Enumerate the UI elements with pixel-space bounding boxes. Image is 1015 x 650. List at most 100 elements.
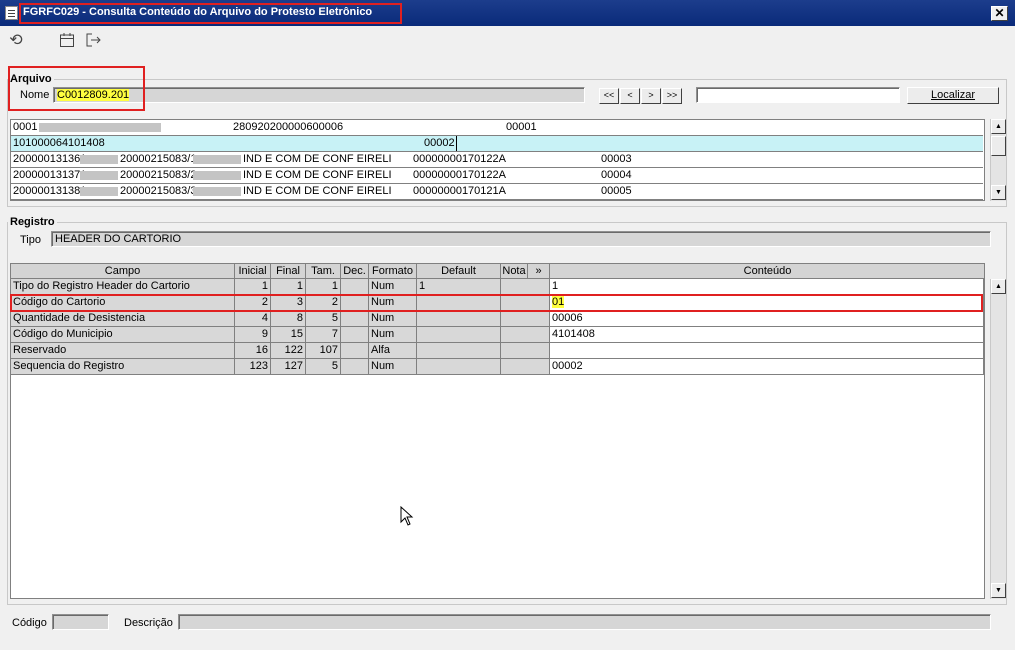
redacted-text bbox=[193, 169, 241, 181]
cell-conteudo[interactable] bbox=[550, 343, 984, 359]
cell-formato: Alfa bbox=[369, 343, 417, 359]
list-cell: 200000131371 bbox=[13, 169, 87, 181]
list-cell: 00000000170122A bbox=[413, 169, 506, 181]
column-header-default[interactable]: Default bbox=[417, 264, 501, 279]
cell-default bbox=[417, 343, 501, 359]
cell-nota bbox=[501, 311, 550, 327]
scroll-thumb[interactable] bbox=[991, 136, 1006, 156]
scroll-down-button[interactable]: ▼ bbox=[991, 185, 1006, 200]
cell-inicial: 4 bbox=[235, 311, 271, 327]
redacted-text bbox=[193, 185, 241, 197]
cell-campo[interactable]: Código do Municipio bbox=[11, 327, 235, 343]
scroll-up-button[interactable]: ▲ bbox=[991, 279, 1006, 294]
prev-record-button[interactable]: < bbox=[620, 88, 640, 104]
list-cell: 101000064101408 bbox=[13, 137, 105, 149]
list-item[interactable]: 200000131361 20000215083/1 IND E COM DE … bbox=[11, 152, 983, 168]
cell-tam: 5 bbox=[306, 359, 341, 375]
cell-final: 122 bbox=[271, 343, 306, 359]
cell-final: 15 bbox=[271, 327, 306, 343]
refresh-icon[interactable]: ⟲ bbox=[7, 32, 25, 50]
list-cell: 20000215083/1 bbox=[120, 153, 197, 165]
column-expand-button[interactable]: » bbox=[528, 264, 550, 279]
cell-final: 1 bbox=[271, 279, 306, 295]
column-header-inicial[interactable]: Inicial bbox=[235, 264, 271, 279]
cell-inicial: 1 bbox=[235, 279, 271, 295]
registro-grid-scrollbar[interactable]: ▲ ▼ bbox=[990, 279, 1006, 599]
column-header-formato[interactable]: Formato bbox=[369, 264, 417, 279]
cell-final: 127 bbox=[271, 359, 306, 375]
column-header-nota[interactable]: Nota bbox=[501, 264, 528, 279]
cell-formato: Num bbox=[369, 279, 417, 295]
list-cell: 00002 bbox=[424, 137, 455, 149]
cell-default bbox=[417, 311, 501, 327]
cell-dec bbox=[341, 279, 369, 295]
list-cell: 00004 bbox=[601, 169, 632, 181]
list-cell: 00001 bbox=[506, 121, 537, 133]
tipo-field: HEADER DO CARTORIO bbox=[51, 231, 991, 247]
text-caret bbox=[456, 136, 457, 151]
cell-default: 1 bbox=[417, 279, 501, 295]
column-header-conteudo[interactable]: Conteúdo bbox=[550, 264, 984, 279]
scroll-down-button[interactable]: ▼ bbox=[991, 583, 1006, 598]
localizar-button[interactable]: Localizar bbox=[907, 87, 999, 104]
cell-conteudo[interactable]: 1 bbox=[550, 279, 984, 295]
cell-inicial: 16 bbox=[235, 343, 271, 359]
cell-inicial: 9 bbox=[235, 327, 271, 343]
column-header-dec[interactable]: Dec. bbox=[341, 264, 369, 279]
column-header-campo[interactable]: Campo bbox=[11, 264, 235, 279]
cell-tam: 5 bbox=[306, 311, 341, 327]
list-item[interactable]: 0001 280920200000600006 00001 bbox=[11, 120, 983, 136]
registro-legend: Registro bbox=[8, 216, 57, 228]
cell-campo[interactable]: Sequencia do Registro bbox=[11, 359, 235, 375]
list-cell: 00000000170121A bbox=[413, 185, 506, 197]
arquivo-list-scrollbar[interactable]: ▲ ▼ bbox=[990, 119, 1006, 201]
list-cell: 200000131381 bbox=[13, 185, 87, 197]
list-cell: IND E COM DE CONF EIRELI bbox=[243, 153, 392, 165]
cell-formato: Num bbox=[369, 327, 417, 343]
exit-icon[interactable] bbox=[84, 32, 102, 50]
cell-campo[interactable]: Tipo do Registro Header do Cartorio bbox=[11, 279, 235, 295]
nome-annotation-box bbox=[8, 66, 145, 111]
arquivo-list[interactable]: 0001 280920200000600006 00001 1010000641… bbox=[10, 119, 985, 201]
codigo-label: Código bbox=[12, 617, 47, 629]
descricao-field bbox=[178, 614, 991, 630]
list-cell: 20000215083/3 bbox=[120, 185, 197, 197]
list-item-selected[interactable]: 101000064101408 00002 bbox=[11, 136, 983, 152]
scroll-up-button[interactable]: ▲ bbox=[991, 119, 1006, 134]
title-annotation-box bbox=[19, 3, 402, 24]
cell-conteudo[interactable]: 00006 bbox=[550, 311, 984, 327]
list-cell: IND E COM DE CONF EIRELI bbox=[243, 169, 392, 181]
column-header-tam[interactable]: Tam. bbox=[306, 264, 341, 279]
list-cell: 0001 bbox=[13, 121, 38, 133]
column-header-final[interactable]: Final bbox=[271, 264, 306, 279]
list-cell: 280920200000600006 bbox=[233, 121, 344, 133]
cell-conteudo[interactable]: 4101408 bbox=[550, 327, 984, 343]
tipo-label: Tipo bbox=[20, 234, 41, 246]
redacted-text bbox=[193, 153, 241, 165]
close-button[interactable]: ✕ bbox=[991, 6, 1008, 21]
list-item[interactable]: 200000131381 20000215083/3 IND E COM DE … bbox=[11, 184, 983, 200]
list-cell: 00005 bbox=[601, 185, 632, 197]
registro-grid[interactable]: Campo Inicial Final Tam. Dec. Formato De… bbox=[10, 263, 985, 599]
list-item[interactable]: 200000131371 20000215083/2 IND E COM DE … bbox=[11, 168, 983, 184]
cell-campo[interactable]: Reservado bbox=[11, 343, 235, 359]
cell-nota bbox=[501, 343, 550, 359]
cell-dec bbox=[341, 359, 369, 375]
cell-conteudo[interactable]: 00002 bbox=[550, 359, 984, 375]
search-input[interactable] bbox=[696, 87, 900, 103]
first-record-button[interactable]: << bbox=[599, 88, 619, 104]
document-icon bbox=[5, 6, 18, 20]
list-cell: IND E COM DE CONF EIRELI bbox=[243, 185, 392, 197]
cell-final: 8 bbox=[271, 311, 306, 327]
calendar-icon[interactable] bbox=[58, 32, 76, 50]
cell-formato: Num bbox=[369, 311, 417, 327]
last-record-button[interactable]: >> bbox=[662, 88, 682, 104]
codigo-field bbox=[52, 614, 109, 630]
cell-nota bbox=[501, 279, 550, 295]
cell-campo[interactable]: Quantidade de Desistencia bbox=[11, 311, 235, 327]
cell-tam: 107 bbox=[306, 343, 341, 359]
cell-tam: 7 bbox=[306, 327, 341, 343]
mouse-cursor-icon bbox=[400, 505, 414, 531]
list-cell: 20000215083/2 bbox=[120, 169, 197, 181]
next-record-button[interactable]: > bbox=[641, 88, 661, 104]
